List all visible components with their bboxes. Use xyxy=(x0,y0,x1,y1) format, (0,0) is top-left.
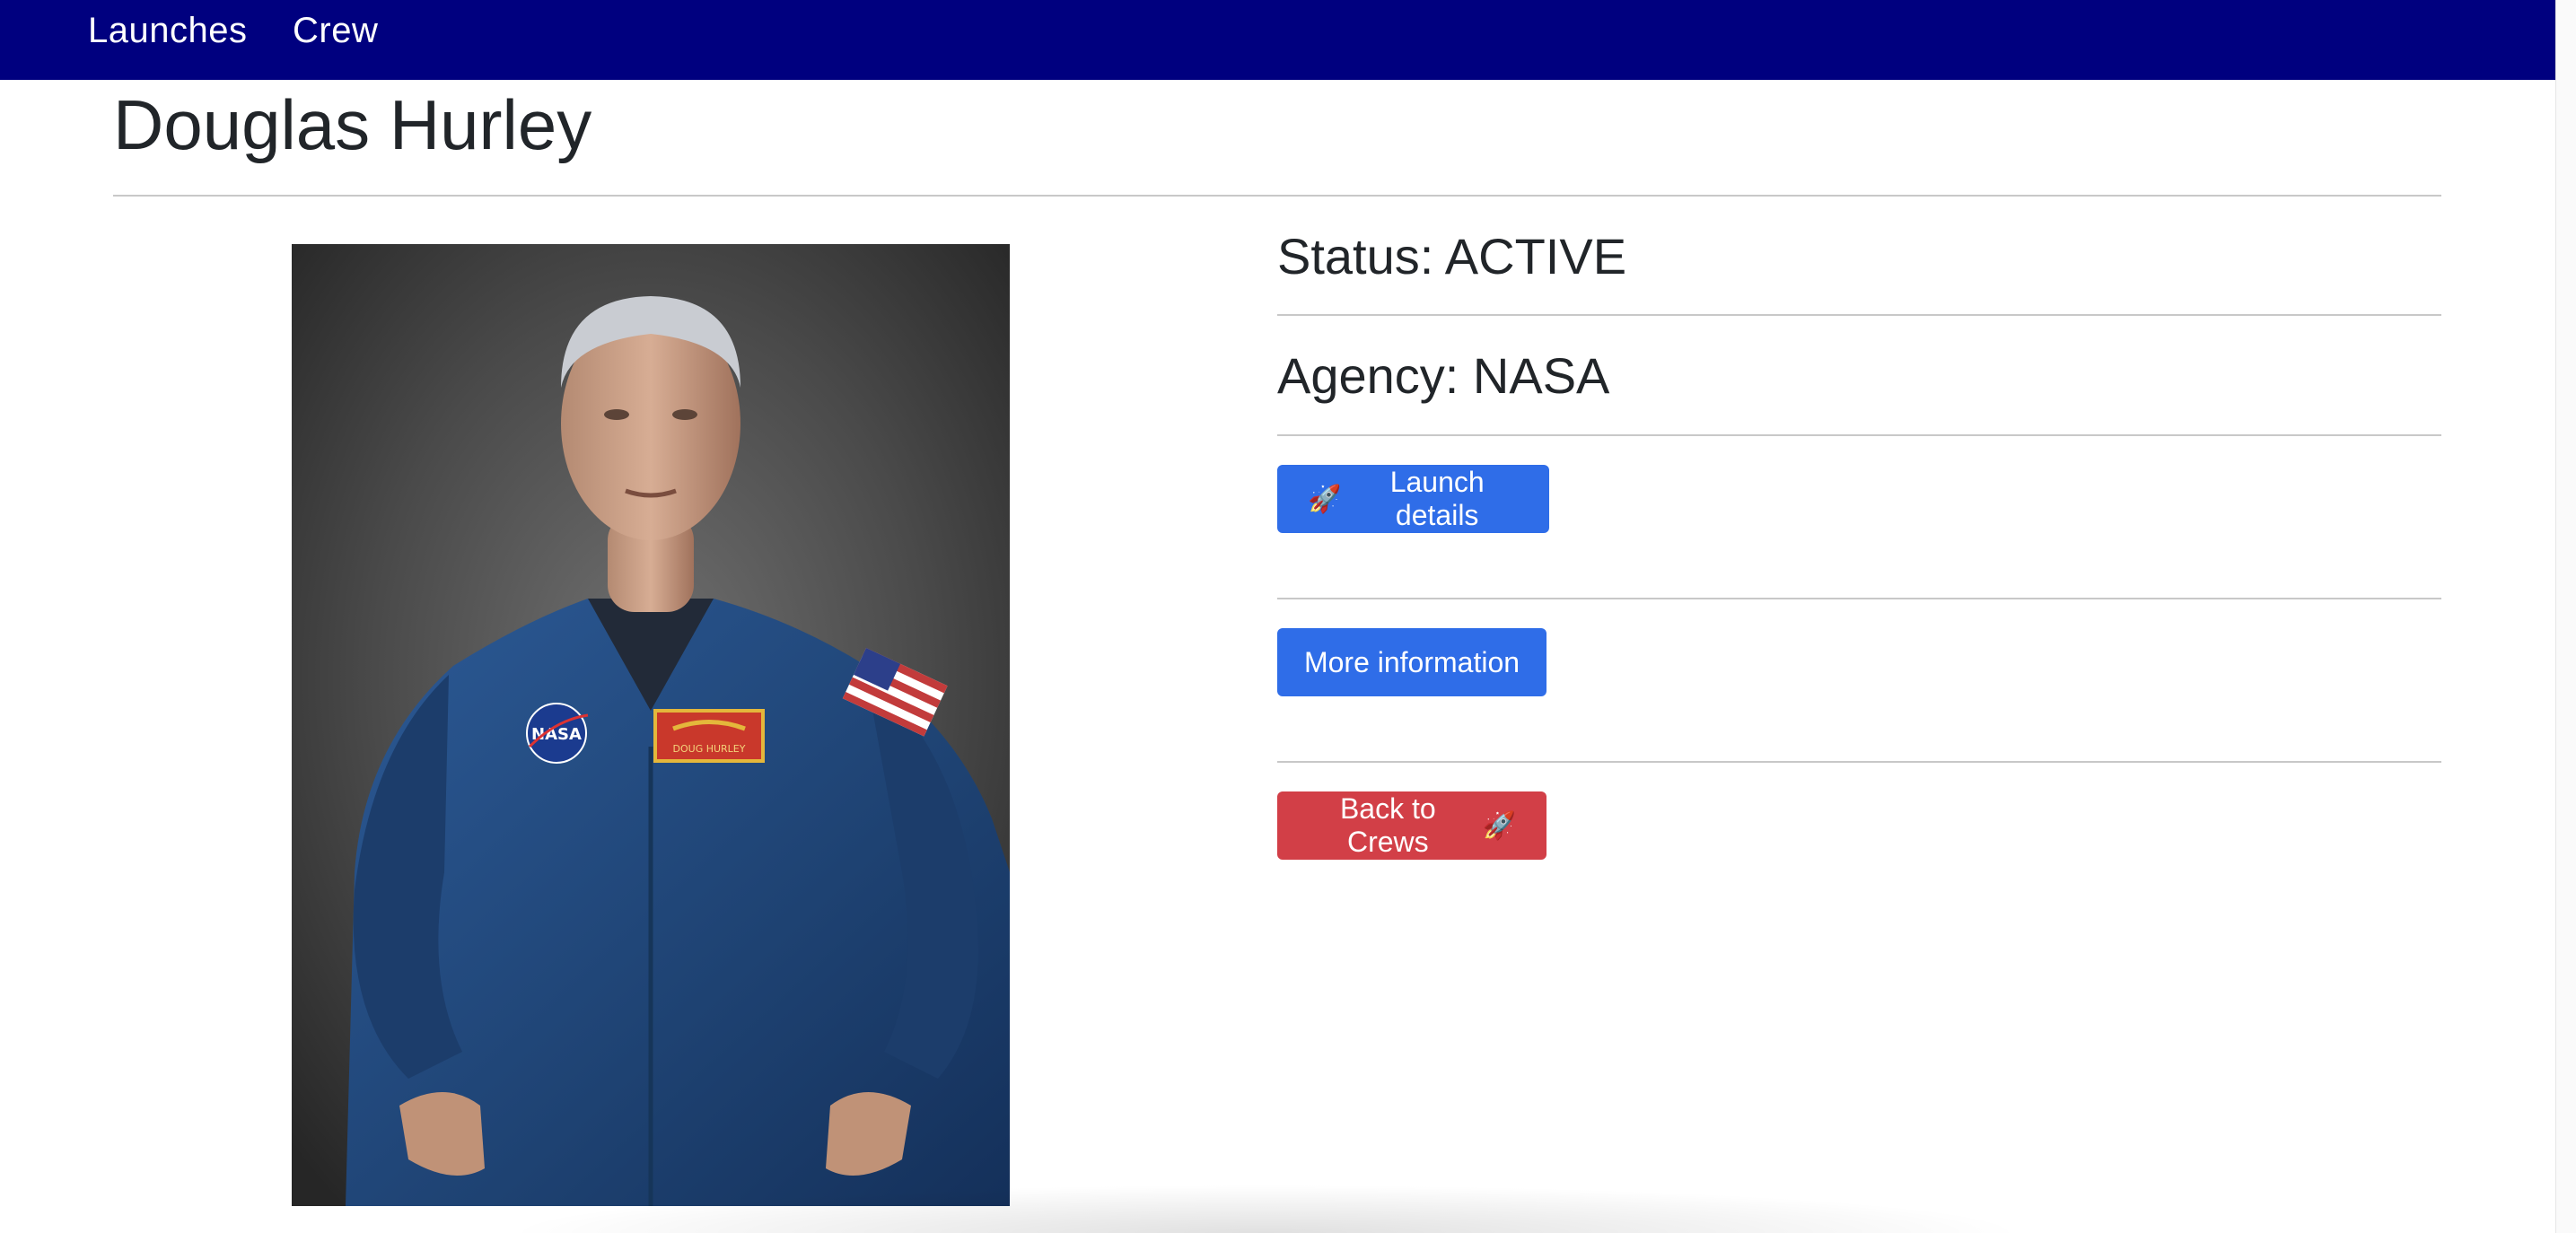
crew-agency: Agency: NASA xyxy=(1277,347,1610,404)
launch-divider xyxy=(1277,598,2441,599)
top-navbar: Launches Crew xyxy=(0,0,2556,80)
photo-name-tag-text: DOUG HURLEY xyxy=(673,743,746,755)
agency-divider xyxy=(1277,434,2441,436)
page-scrollbar[interactable] xyxy=(2555,0,2576,1233)
rocket-icon: 🚀 xyxy=(1482,809,1516,842)
page-title: Douglas Hurley xyxy=(113,85,592,164)
nav-link-crew[interactable]: Crew xyxy=(293,11,378,51)
more-information-label: More information xyxy=(1303,645,1520,678)
nav-link-launches[interactable]: Launches xyxy=(88,11,247,51)
title-divider xyxy=(113,195,2441,197)
bottom-scroll-shadow xyxy=(503,1185,2028,1233)
back-to-crews-label: Back to Crews xyxy=(1339,792,1436,858)
more-information-button[interactable]: More information xyxy=(1277,628,1546,696)
back-to-crews-button[interactable]: Back to Crews 🚀 xyxy=(1277,791,1546,860)
crew-portrait-image: DOUG HURLEY NASA xyxy=(292,244,1010,1206)
status-divider xyxy=(1277,314,2441,316)
rocket-icon: 🚀 xyxy=(1308,483,1342,515)
launch-details-button[interactable]: 🚀 Launch details xyxy=(1277,465,1549,533)
more-info-divider xyxy=(1277,761,2441,763)
launch-details-label: Launch details xyxy=(1389,466,1485,531)
photo-nasa-patch-text: NASA xyxy=(531,725,582,744)
crew-status: Status: ACTIVE xyxy=(1277,228,1627,284)
